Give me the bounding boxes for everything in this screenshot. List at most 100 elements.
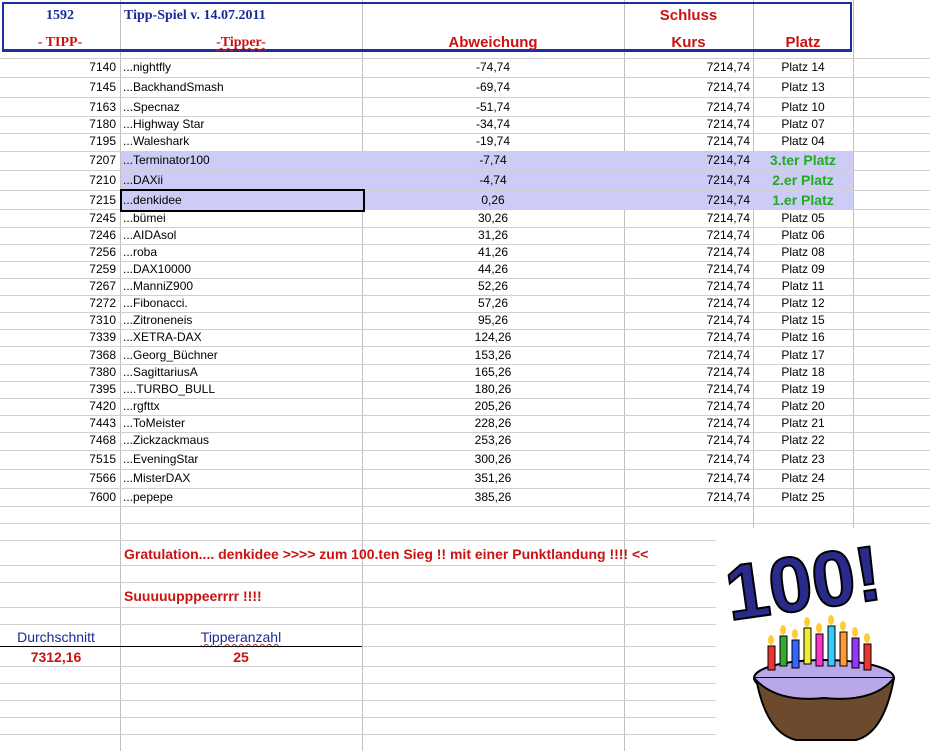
tipper-cell[interactable]: ...ManniZ900 bbox=[123, 278, 361, 294]
platz-cell[interactable]: 3.ter Platz bbox=[753, 152, 853, 168]
platz-cell[interactable]: Platz 19 bbox=[753, 381, 853, 397]
tipp-cell[interactable]: 7310 bbox=[0, 312, 116, 328]
kurs-cell[interactable]: 7214,74 bbox=[624, 79, 750, 95]
tipp-cell[interactable]: 7256 bbox=[0, 244, 116, 260]
tipp-cell[interactable]: 7272 bbox=[0, 295, 116, 311]
kurs-cell[interactable]: 7214,74 bbox=[624, 451, 750, 467]
kurs-cell[interactable]: 7214,74 bbox=[624, 415, 750, 431]
abweichung-cell[interactable]: 205,26 bbox=[362, 398, 624, 414]
kurs-cell[interactable]: 7214,74 bbox=[624, 489, 750, 505]
abweichung-cell[interactable]: 300,26 bbox=[362, 451, 624, 467]
tipper-cell[interactable]: ...BackhandSmash bbox=[123, 79, 361, 95]
platz-cell[interactable]: Platz 11 bbox=[753, 278, 853, 294]
tipp-cell[interactable]: 7210 bbox=[0, 172, 116, 188]
kurs-cell[interactable]: 7214,74 bbox=[624, 364, 750, 380]
tipp-cell[interactable]: 7195 bbox=[0, 133, 116, 149]
platz-cell[interactable]: Platz 17 bbox=[753, 347, 853, 363]
kurs-cell[interactable]: 7214,74 bbox=[624, 261, 750, 277]
tipper-cell[interactable]: ...Georg_Büchner bbox=[123, 347, 361, 363]
kurs-cell[interactable]: 7214,74 bbox=[624, 172, 750, 188]
abweichung-cell[interactable]: -19,74 bbox=[362, 133, 624, 149]
tipp-cell[interactable]: 7245 bbox=[0, 210, 116, 226]
tipper-cell[interactable]: ...SagittariusA bbox=[123, 364, 361, 380]
platz-cell[interactable]: Platz 16 bbox=[753, 329, 853, 345]
tipp-cell[interactable]: 7395 bbox=[0, 381, 116, 397]
abweichung-cell[interactable]: 165,26 bbox=[362, 364, 624, 380]
platz-cell[interactable]: Platz 12 bbox=[753, 295, 853, 311]
tipp-cell[interactable]: 7180 bbox=[0, 116, 116, 132]
platz-cell[interactable]: Platz 06 bbox=[753, 227, 853, 243]
tipper-cell[interactable]: ...Specnaz bbox=[123, 99, 361, 115]
platz-cell[interactable]: Platz 09 bbox=[753, 261, 853, 277]
tipper-cell[interactable]: ...XETRA-DAX bbox=[123, 329, 361, 345]
abweichung-cell[interactable]: 95,26 bbox=[362, 312, 624, 328]
kurs-cell[interactable]: 7214,74 bbox=[624, 116, 750, 132]
platz-cell[interactable]: Platz 24 bbox=[753, 470, 853, 486]
platz-cell[interactable]: Platz 05 bbox=[753, 210, 853, 226]
tipper-cell[interactable]: ...ToMeister bbox=[123, 415, 361, 431]
tipper-cell[interactable]: ...Terminator100 bbox=[123, 152, 361, 168]
tipp-cell[interactable]: 7566 bbox=[0, 470, 116, 486]
tipp-cell[interactable]: 7259 bbox=[0, 261, 116, 277]
tipp-cell[interactable]: 7163 bbox=[0, 99, 116, 115]
abweichung-cell[interactable]: -74,74 bbox=[362, 59, 624, 75]
tipp-cell[interactable]: 7267 bbox=[0, 278, 116, 294]
kurs-cell[interactable]: 7214,74 bbox=[624, 59, 750, 75]
tipper-cell[interactable]: ....TURBO_BULL bbox=[123, 381, 361, 397]
tipp-cell[interactable]: 7215 bbox=[0, 192, 116, 208]
kurs-cell[interactable]: 7214,74 bbox=[624, 312, 750, 328]
platz-cell[interactable]: Platz 25 bbox=[753, 489, 853, 505]
tipp-cell[interactable]: 7140 bbox=[0, 59, 116, 75]
platz-cell[interactable]: Platz 07 bbox=[753, 116, 853, 132]
kurs-cell[interactable]: 7214,74 bbox=[624, 227, 750, 243]
platz-cell[interactable]: Platz 21 bbox=[753, 415, 853, 431]
tipper-cell[interactable]: ...Zitroneneis bbox=[123, 312, 361, 328]
abweichung-cell[interactable]: 57,26 bbox=[362, 295, 624, 311]
tipp-cell[interactable]: 7246 bbox=[0, 227, 116, 243]
tipper-cell[interactable]: ...Zickzackmaus bbox=[123, 432, 361, 448]
tipper-cell[interactable]: ...MisterDAX bbox=[123, 470, 361, 486]
kurs-cell[interactable]: 7214,74 bbox=[624, 381, 750, 397]
kurs-cell[interactable]: 7214,74 bbox=[624, 347, 750, 363]
abweichung-cell[interactable]: -69,74 bbox=[362, 79, 624, 95]
tipper-cell[interactable]: ...roba bbox=[123, 244, 361, 260]
tipp-cell[interactable]: 7207 bbox=[0, 152, 116, 168]
abweichung-cell[interactable]: -7,74 bbox=[362, 152, 624, 168]
tipper-cell[interactable]: ...Highway Star bbox=[123, 116, 361, 132]
tipp-cell[interactable]: 7380 bbox=[0, 364, 116, 380]
kurs-cell[interactable]: 7214,74 bbox=[624, 152, 750, 168]
platz-cell[interactable]: Platz 08 bbox=[753, 244, 853, 260]
platz-cell[interactable]: Platz 15 bbox=[753, 312, 853, 328]
abweichung-cell[interactable]: -4,74 bbox=[362, 172, 624, 188]
abweichung-cell[interactable]: -34,74 bbox=[362, 116, 624, 132]
tipper-cell[interactable]: ...rgfttx bbox=[123, 398, 361, 414]
tipper-cell[interactable]: ...DAXii bbox=[123, 172, 361, 188]
tipper-cell[interactable]: ...pepepe bbox=[123, 489, 361, 505]
kurs-cell[interactable]: 7214,74 bbox=[624, 244, 750, 260]
kurs-cell[interactable]: 7214,74 bbox=[624, 99, 750, 115]
kurs-cell[interactable]: 7214,74 bbox=[624, 278, 750, 294]
abweichung-cell[interactable]: 253,26 bbox=[362, 432, 624, 448]
abweichung-cell[interactable]: 228,26 bbox=[362, 415, 624, 431]
abweichung-cell[interactable]: 124,26 bbox=[362, 329, 624, 345]
kurs-cell[interactable]: 7214,74 bbox=[624, 432, 750, 448]
platz-cell[interactable]: Platz 23 bbox=[753, 451, 853, 467]
tipper-cell[interactable]: ...Fibonacci. bbox=[123, 295, 361, 311]
platz-cell[interactable]: Platz 20 bbox=[753, 398, 853, 414]
abweichung-cell[interactable]: 41,26 bbox=[362, 244, 624, 260]
platz-cell[interactable]: Platz 14 bbox=[753, 59, 853, 75]
abweichung-cell[interactable]: 52,26 bbox=[362, 278, 624, 294]
abweichung-cell[interactable]: 31,26 bbox=[362, 227, 624, 243]
tipp-cell[interactable]: 7145 bbox=[0, 79, 116, 95]
selected-cell[interactable] bbox=[120, 189, 365, 212]
abweichung-cell[interactable]: 44,26 bbox=[362, 261, 624, 277]
tipper-cell[interactable]: ...nightfly bbox=[123, 59, 361, 75]
kurs-cell[interactable]: 7214,74 bbox=[624, 210, 750, 226]
tipp-cell[interactable]: 7515 bbox=[0, 451, 116, 467]
kurs-cell[interactable]: 7214,74 bbox=[624, 329, 750, 345]
platz-cell[interactable]: 1.er Platz bbox=[753, 192, 853, 208]
abweichung-cell[interactable]: 351,26 bbox=[362, 470, 624, 486]
tipper-cell[interactable]: ...bümei bbox=[123, 210, 361, 226]
tipp-cell[interactable]: 7600 bbox=[0, 489, 116, 505]
platz-cell[interactable]: Platz 04 bbox=[753, 133, 853, 149]
